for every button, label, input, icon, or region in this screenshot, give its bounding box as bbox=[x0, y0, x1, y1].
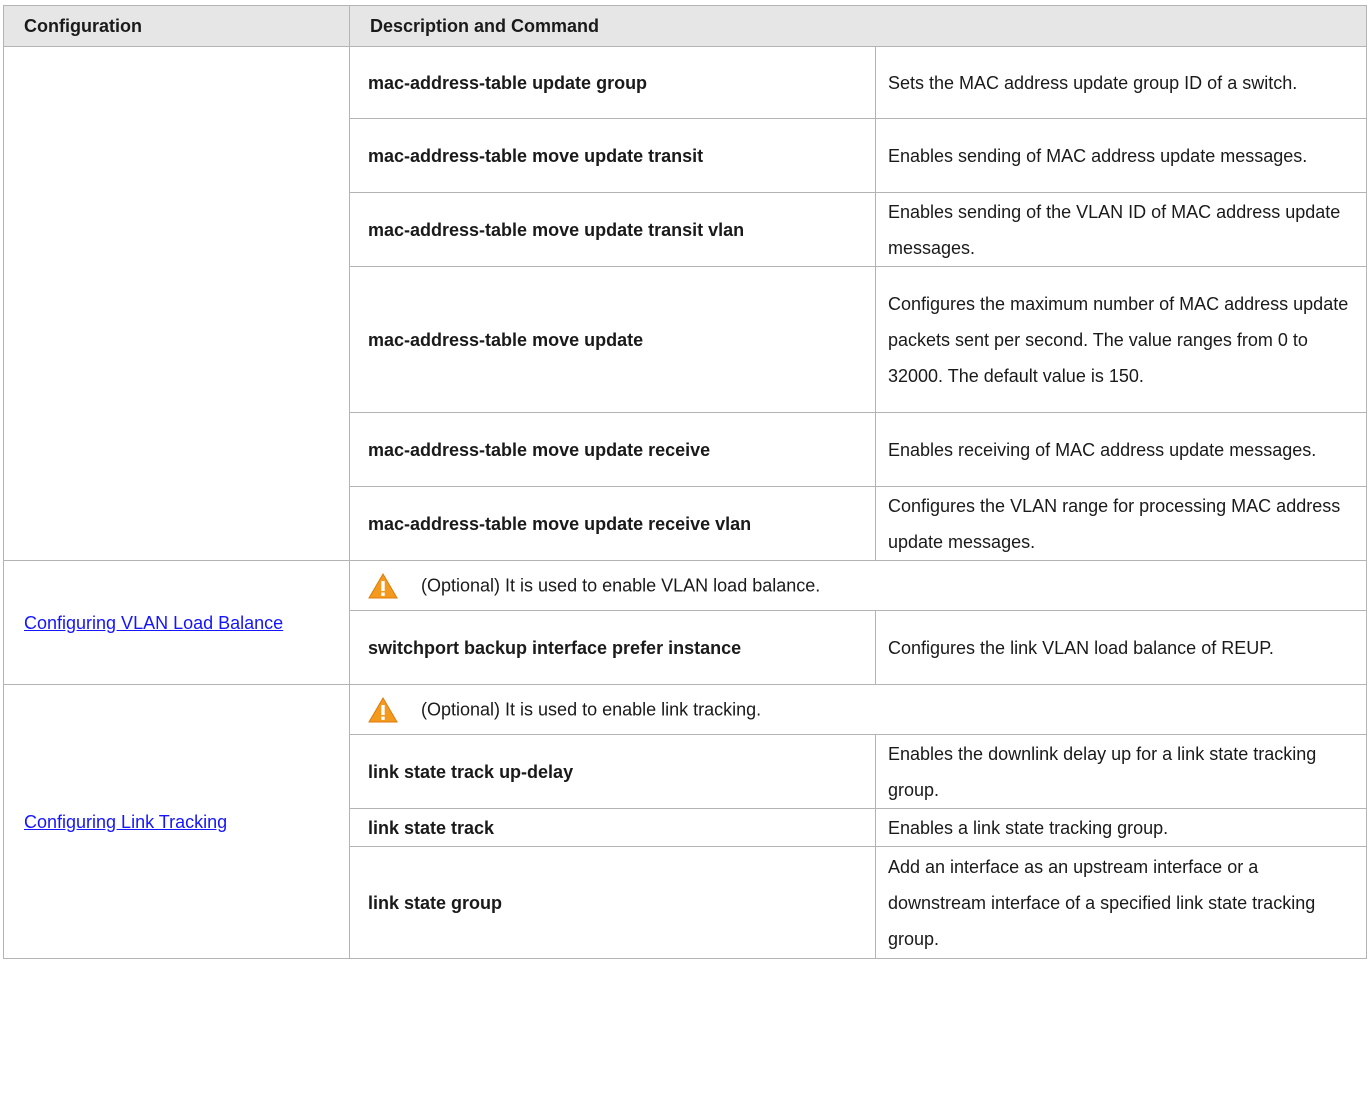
command-cell: mac-address-table update group bbox=[349, 46, 876, 119]
configuration-cell: Configuring VLAN Load Balance bbox=[3, 560, 350, 685]
table-row: mac-address-table update group Sets the … bbox=[3, 46, 1367, 561]
command-cell: mac-address-table move update transit bbox=[349, 118, 876, 193]
command-cell: mac-address-table move update receive bbox=[349, 412, 876, 487]
description-cell: Add an interface as an upstream interfac… bbox=[875, 846, 1367, 959]
command-cell: switchport backup interface prefer insta… bbox=[349, 610, 876, 685]
command-cell: mac-address-table move update transit vl… bbox=[349, 192, 876, 267]
configuration-cell-empty bbox=[3, 46, 350, 561]
configuration-cell: Configuring Link Tracking bbox=[3, 684, 350, 959]
description-cell: Enables receiving of MAC address update … bbox=[875, 412, 1367, 487]
note-text: (Optional) It is used to enable VLAN loa… bbox=[421, 575, 821, 595]
warning-icon bbox=[368, 572, 398, 598]
description-cell: Enables sending of the VLAN ID of MAC ad… bbox=[875, 192, 1367, 267]
description-cell: Configures the maximum number of MAC add… bbox=[875, 266, 1367, 413]
command-cell: link state track bbox=[349, 808, 876, 847]
command-cell: link state track up-delay bbox=[349, 734, 876, 809]
note-row: Configuring VLAN Load Balance (Optional)… bbox=[3, 560, 1367, 685]
warning-icon bbox=[368, 696, 398, 722]
note-cell: (Optional) It is used to enable link tra… bbox=[349, 684, 1367, 735]
command-cell: mac-address-table move update receive vl… bbox=[349, 486, 876, 561]
note-cell: (Optional) It is used to enable VLAN loa… bbox=[349, 560, 1367, 611]
note-text: (Optional) It is used to enable link tra… bbox=[421, 699, 762, 719]
description-cell: Sets the MAC address update group ID of … bbox=[875, 46, 1367, 119]
header-description: Description and Command bbox=[349, 5, 1367, 47]
description-cell: Enables sending of MAC address update me… bbox=[875, 118, 1367, 193]
configuring-vlan-load-balance-link[interactable]: Configuring VLAN Load Balance bbox=[24, 613, 283, 633]
configuring-link-tracking-link[interactable]: Configuring Link Tracking bbox=[24, 812, 227, 832]
description-cell: Enables the downlink delay up for a link… bbox=[875, 734, 1367, 809]
header-configuration: Configuration bbox=[3, 5, 350, 47]
description-cell: Configures the VLAN range for processing… bbox=[875, 486, 1367, 561]
table-header-row: Configuration Description and Command bbox=[3, 5, 1367, 47]
description-cell: Configures the link VLAN load balance of… bbox=[875, 610, 1367, 685]
note-row: Configuring Link Tracking (Optional) It … bbox=[3, 684, 1367, 959]
command-cell: link state group bbox=[349, 846, 876, 959]
configuration-table: Configuration Description and Command ma… bbox=[3, 5, 1367, 959]
description-cell: Enables a link state tracking group. bbox=[875, 808, 1367, 847]
command-cell: mac-address-table move update bbox=[349, 266, 876, 413]
